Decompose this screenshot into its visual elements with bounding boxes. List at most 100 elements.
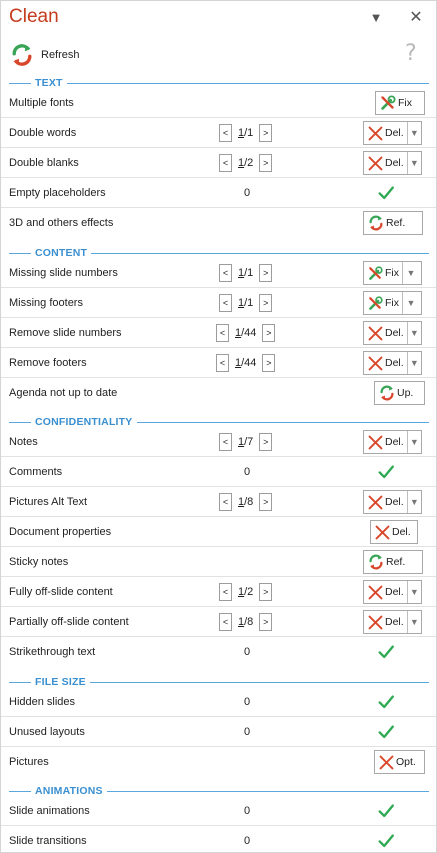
row-label: Hidden slides: [9, 696, 76, 708]
row-label: Multiple fonts: [9, 97, 74, 109]
delete-split-button[interactable]: Del. ▼: [363, 430, 422, 454]
issue-position: 1/1: [238, 297, 254, 309]
pane-options-menu-icon[interactable]: ▼: [366, 7, 386, 27]
issue-navigator: < 1/1 >: [219, 124, 273, 142]
button-label: Ref.: [386, 556, 406, 568]
row-double-words: Double words < 1/1 > Del. ▼: [1, 118, 436, 148]
fix-button[interactable]: Fix: [375, 91, 425, 115]
row-label: Slide transitions: [9, 835, 87, 847]
button-label: Del.: [385, 436, 404, 448]
next-button[interactable]: >: [259, 154, 273, 172]
next-button[interactable]: >: [259, 264, 273, 282]
dropdown-arrow-icon[interactable]: ▼: [406, 352, 421, 374]
previous-button[interactable]: <: [216, 324, 229, 342]
row-label: Missing slide numbers: [9, 267, 118, 279]
delete-split-button[interactable]: Del. ▼: [363, 351, 422, 375]
row-pictures: Pictures Opt.: [1, 747, 436, 777]
next-button[interactable]: >: [259, 583, 273, 601]
check-icon: [377, 643, 395, 661]
wrench-icon: [367, 265, 384, 282]
button-label: Del.: [385, 327, 404, 339]
issue-navigator: < 1/44 >: [216, 354, 276, 372]
dropdown-arrow-icon[interactable]: ▼: [406, 611, 421, 633]
dropdown-arrow-icon[interactable]: ▼: [406, 491, 421, 513]
delete-x-icon: [367, 155, 384, 172]
row-strikethrough: Strikethrough text 0: [1, 637, 436, 667]
issue-position: 1/2: [238, 586, 254, 598]
issue-position: 1/1: [238, 127, 254, 139]
next-button[interactable]: >: [259, 433, 273, 451]
row-label: Remove footers: [9, 357, 87, 369]
next-button[interactable]: >: [262, 324, 276, 342]
previous-button[interactable]: <: [216, 354, 229, 372]
next-button[interactable]: >: [259, 613, 273, 631]
button-label: Del.: [385, 357, 404, 369]
previous-button[interactable]: <: [219, 264, 232, 282]
fix-split-button[interactable]: Fix ▼: [363, 291, 422, 315]
next-button[interactable]: >: [259, 124, 273, 142]
row-slide-animations: Slide animations 0: [1, 796, 436, 826]
button-label: Del.: [385, 157, 404, 169]
button-label: Del.: [385, 616, 404, 628]
row-sticky-notes: Sticky notes Ref.: [1, 547, 436, 577]
previous-button[interactable]: <: [219, 583, 232, 601]
refresh-action-button[interactable]: Ref.: [363, 211, 423, 235]
row-multiple-fonts: Multiple fonts Fix: [1, 88, 436, 118]
issue-position: 1/8: [238, 496, 254, 508]
previous-button[interactable]: <: [219, 294, 232, 312]
dropdown-arrow-icon[interactable]: ▼: [406, 322, 421, 344]
delete-split-button[interactable]: Del. ▼: [363, 610, 422, 634]
dropdown-arrow-icon[interactable]: ▼: [406, 431, 421, 453]
row-label: Unused layouts: [9, 726, 85, 738]
next-button[interactable]: >: [259, 493, 273, 511]
previous-button[interactable]: <: [219, 613, 232, 631]
delete-x-icon: [367, 325, 384, 342]
update-button[interactable]: Up.: [374, 381, 425, 405]
previous-button[interactable]: <: [219, 154, 232, 172]
refresh-icon: [9, 42, 35, 68]
button-label: Fix: [398, 97, 412, 109]
delete-split-button[interactable]: Del. ▼: [363, 580, 422, 604]
delete-x-icon: [367, 125, 384, 142]
delete-x-icon: [374, 524, 391, 541]
row-label: Notes: [9, 436, 38, 448]
dropdown-arrow-icon[interactable]: ▼: [406, 581, 421, 603]
previous-button[interactable]: <: [219, 493, 232, 511]
refresh-action-button[interactable]: Ref.: [363, 550, 423, 574]
fix-split-button[interactable]: Fix ▼: [363, 261, 422, 285]
issue-position: 1/1: [238, 267, 254, 279]
next-button[interactable]: >: [259, 294, 273, 312]
issue-count: 0: [243, 835, 251, 847]
row-label: Missing footers: [9, 297, 83, 309]
dropdown-arrow-icon[interactable]: ▼: [406, 122, 421, 144]
next-button[interactable]: >: [262, 354, 276, 372]
issue-navigator: < 1/2 >: [219, 583, 273, 601]
button-label: Fix: [385, 267, 399, 279]
row-label: Agenda not up to date: [9, 387, 118, 399]
pane-close-icon[interactable]: ✕: [406, 7, 426, 27]
row-label: Document properties: [9, 526, 112, 538]
row-3d-effects: 3D and others effects Ref.: [1, 208, 436, 238]
delete-button[interactable]: Del.: [370, 520, 418, 544]
delete-x-icon: [367, 584, 384, 601]
delete-split-button[interactable]: Del. ▼: [363, 121, 422, 145]
issue-count: 0: [243, 726, 251, 738]
row-label: Fully off-slide content: [9, 586, 113, 598]
previous-button[interactable]: <: [219, 433, 232, 451]
issue-count: 0: [243, 187, 251, 199]
refresh-button[interactable]: Refresh: [9, 41, 80, 69]
dropdown-arrow-icon[interactable]: ▼: [402, 292, 419, 314]
delete-split-button[interactable]: Del. ▼: [363, 490, 422, 514]
refresh-icon: [378, 384, 396, 402]
previous-button[interactable]: <: [219, 124, 232, 142]
check-icon: [377, 723, 395, 741]
help-icon[interactable]: ?: [405, 41, 417, 66]
optimize-button[interactable]: Opt.: [374, 750, 425, 774]
dropdown-arrow-icon[interactable]: ▼: [402, 262, 419, 284]
row-label: Pictures Alt Text: [9, 496, 88, 508]
refresh-icon: [367, 214, 385, 232]
delete-x-icon: [367, 494, 384, 511]
dropdown-arrow-icon[interactable]: ▼: [406, 152, 421, 174]
delete-split-button[interactable]: Del. ▼: [363, 321, 422, 345]
delete-split-button[interactable]: Del. ▼: [363, 151, 422, 175]
